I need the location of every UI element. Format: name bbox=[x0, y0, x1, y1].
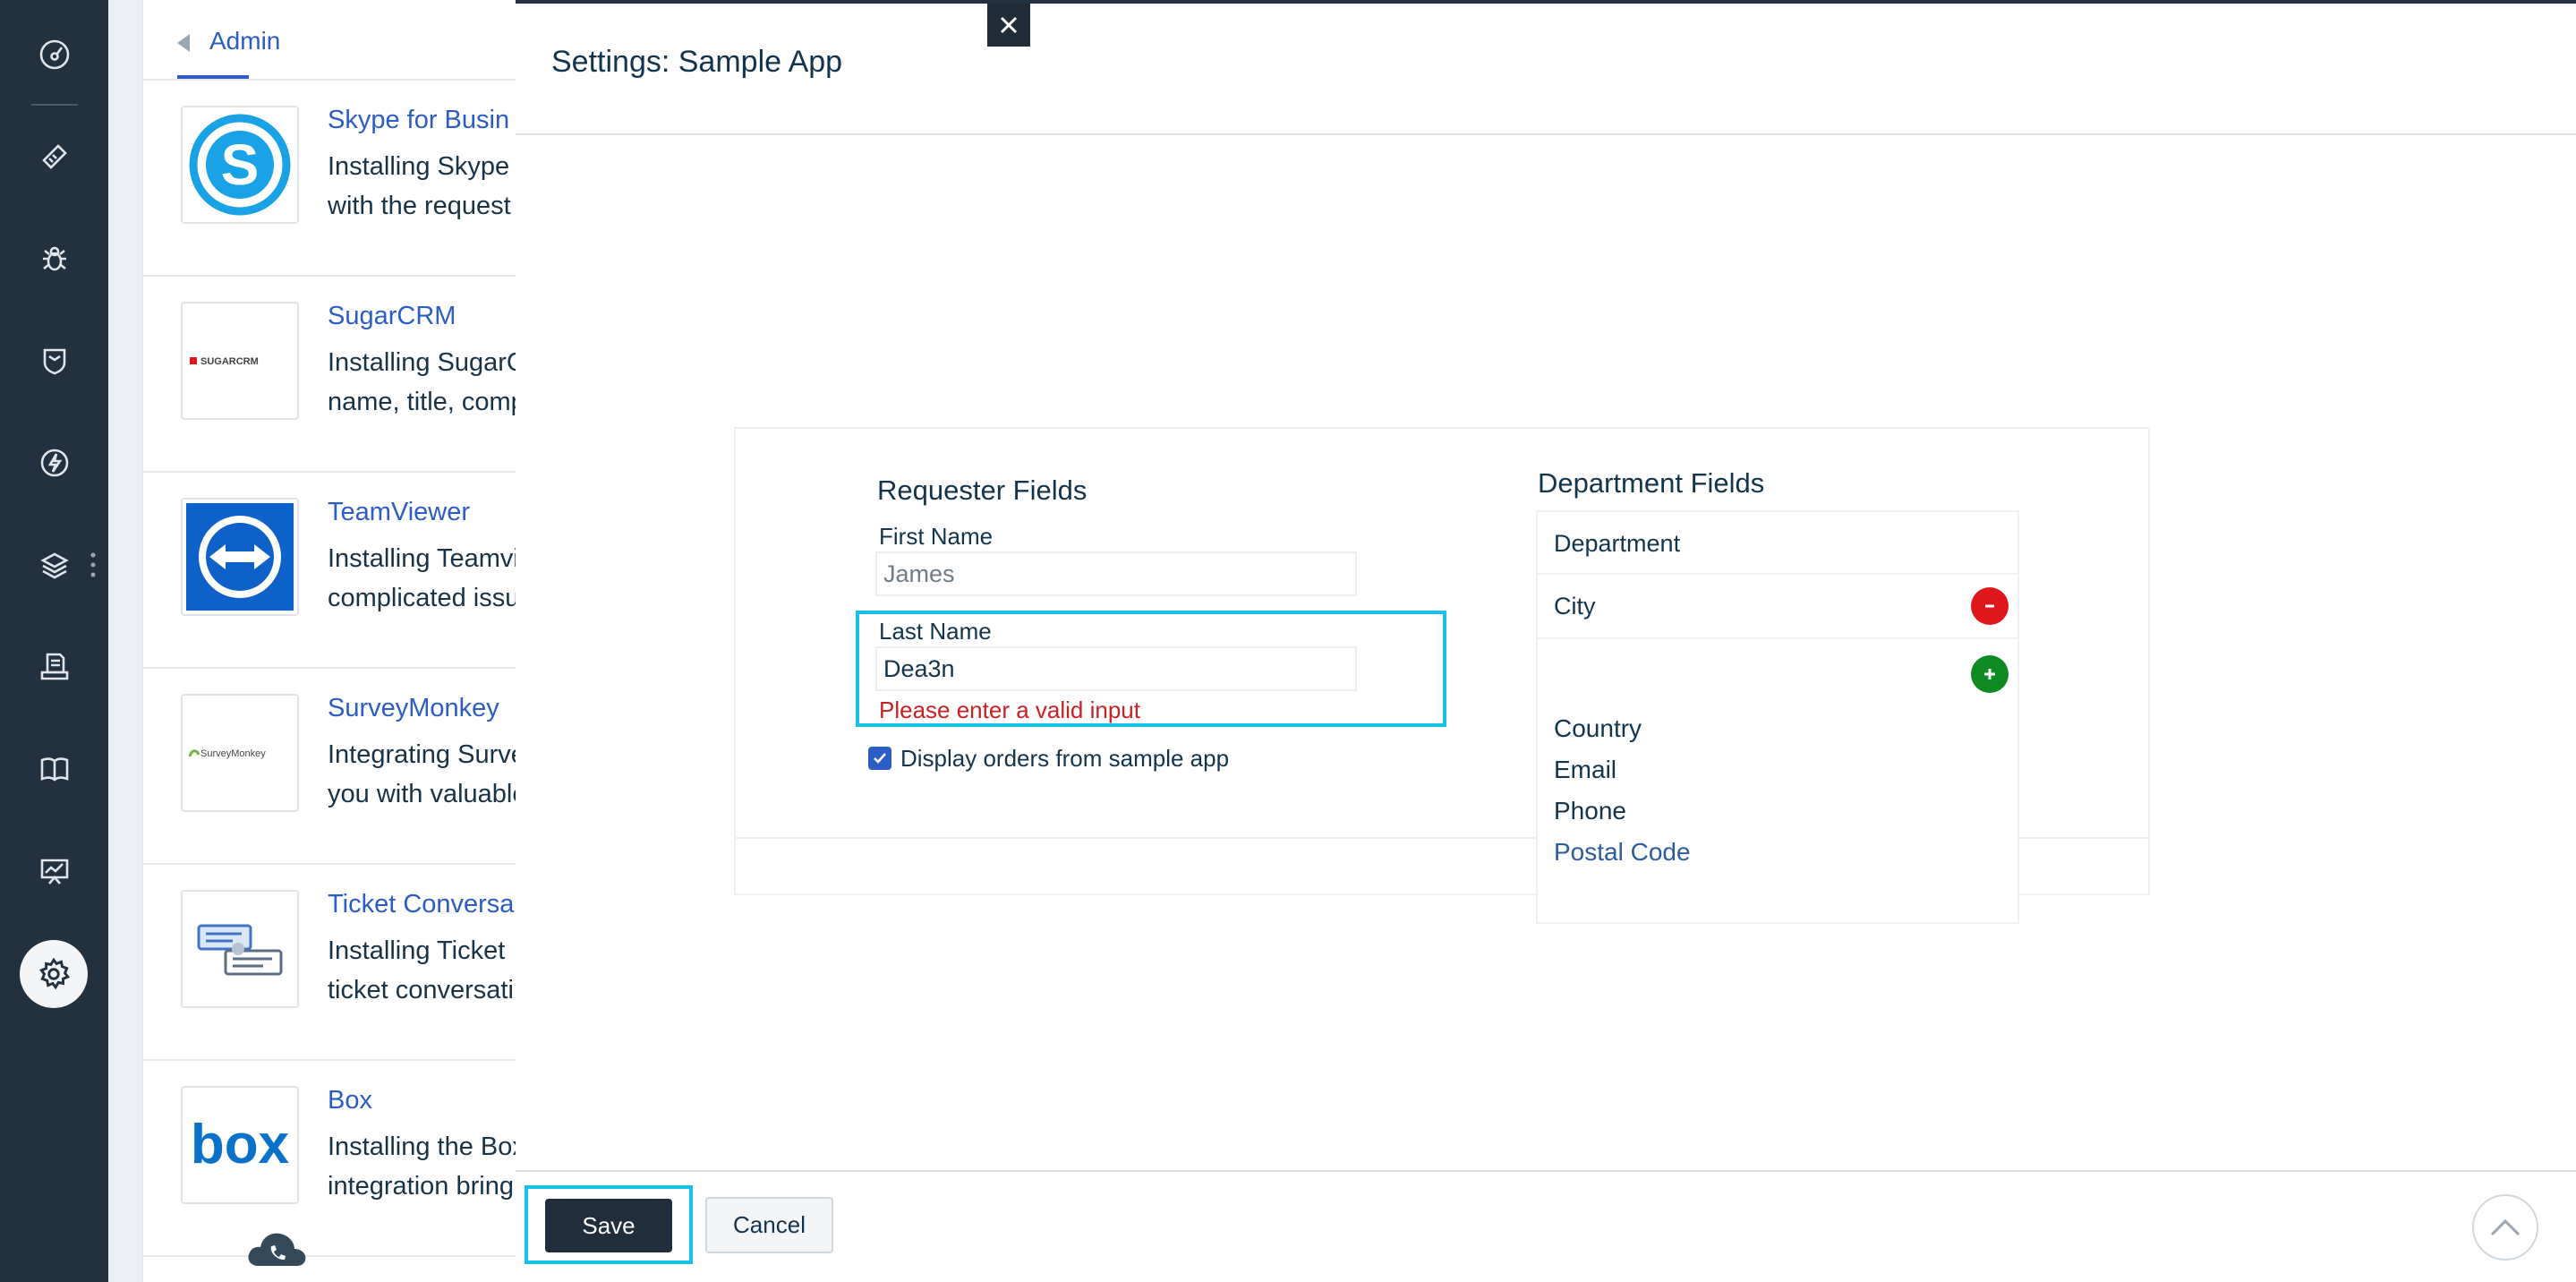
admin-settings-icon[interactable] bbox=[20, 940, 88, 1008]
phone-widget-icon[interactable] bbox=[244, 1225, 309, 1271]
app-name[interactable]: SurveyMonkey bbox=[328, 694, 499, 723]
display-orders-label[interactable]: Display orders from sample app bbox=[900, 745, 1229, 773]
marketplace-app-list: Admin S Skype for Busin Installing Skype… bbox=[142, 0, 526, 1282]
app-row-sugarcrm[interactable]: SUGARCRM SugarCRM Installing SugarC name,… bbox=[143, 277, 525, 473]
contracts-icon[interactable] bbox=[27, 639, 82, 695]
teamviewer-logo bbox=[181, 498, 299, 616]
department-header-label: Department bbox=[1554, 530, 1681, 557]
svg-text:SurveyMonkey: SurveyMonkey bbox=[200, 748, 266, 759]
app-description: Installing Teamvi complicated issu bbox=[328, 544, 520, 612]
scroll-to-top-button[interactable] bbox=[2472, 1194, 2538, 1261]
app-name[interactable]: SugarCRM bbox=[328, 302, 456, 331]
last-name-field[interactable] bbox=[875, 646, 1357, 691]
close-icon[interactable] bbox=[987, 4, 1030, 47]
save-button[interactable]: Save bbox=[545, 1199, 672, 1252]
department-fields-title: Department Fields bbox=[1538, 467, 1765, 499]
validation-error: Please enter a valid input bbox=[879, 697, 1140, 723]
box-logo: box bbox=[181, 1086, 299, 1204]
app-description: Installing Ticket ticket conversati bbox=[328, 936, 514, 1004]
add-field-icon[interactable] bbox=[1971, 655, 2009, 693]
option-country[interactable]: Country bbox=[1554, 714, 1642, 743]
first-name-label: First Name bbox=[879, 523, 994, 550]
option-postal-code[interactable]: Postal Code bbox=[1554, 838, 1691, 867]
footer-divider bbox=[516, 1170, 2576, 1172]
chevron-up-icon bbox=[2490, 1218, 2521, 1236]
more-vertical-icon[interactable] bbox=[90, 551, 97, 578]
analytics-icon[interactable] bbox=[27, 843, 82, 899]
department-header-row: Department bbox=[1538, 512, 2017, 575]
app-name[interactable]: TeamViewer bbox=[328, 498, 470, 527]
modal-title: Settings: Sample App bbox=[551, 45, 843, 79]
app-row-skype[interactable]: S Skype for Busin Installing Skype with t… bbox=[143, 81, 521, 277]
app-description: Installing the Box integration bring bbox=[328, 1132, 525, 1201]
svg-text:box: box bbox=[191, 1114, 290, 1175]
app-name[interactable]: Ticket Conversa bbox=[328, 890, 514, 919]
settings-modal: Settings: Sample App Requester Fields Fi… bbox=[516, 0, 2576, 1282]
problems-icon[interactable] bbox=[27, 231, 82, 286]
app-row-surveymonkey[interactable]: SurveyMonkey SurveyMonkey Integrating Su… bbox=[143, 669, 526, 865]
skype-logo: S bbox=[181, 106, 299, 224]
solutions-icon[interactable] bbox=[27, 741, 82, 797]
app-description: Installing SugarC name, title, comp bbox=[328, 348, 525, 416]
admin-panel: Admin S Skype for Busin Installing Skype… bbox=[108, 0, 526, 1282]
admin-header: Admin bbox=[143, 0, 521, 81]
ticket-conversation-logo bbox=[181, 890, 299, 1008]
sidebar-rail bbox=[0, 0, 108, 1282]
dashboard-icon[interactable] bbox=[27, 27, 82, 82]
svg-text:S: S bbox=[221, 132, 260, 197]
app-row-box[interactable]: box Box Installing the Box integration br… bbox=[143, 1061, 525, 1257]
back-arrow-icon[interactable] bbox=[177, 34, 190, 52]
department-fields-dropdown: Department City Country Email Phone Post… bbox=[1536, 510, 2019, 924]
first-name-field[interactable] bbox=[875, 551, 1357, 596]
requester-fields-title: Requester Fields bbox=[877, 474, 1088, 506]
surveymonkey-logo: SurveyMonkey bbox=[181, 694, 299, 812]
selected-field-row[interactable]: City bbox=[1538, 575, 2017, 639]
cancel-button[interactable]: Cancel bbox=[705, 1197, 833, 1253]
tickets-icon[interactable] bbox=[27, 129, 82, 184]
app-name[interactable]: Box bbox=[328, 1086, 372, 1115]
checkmark-icon bbox=[874, 753, 886, 764]
app-description: Installing Skype with the request bbox=[328, 152, 511, 220]
rail-divider bbox=[31, 104, 78, 106]
option-phone[interactable]: Phone bbox=[1554, 797, 1626, 825]
svg-text:SUGARCRM: SUGARCRM bbox=[200, 356, 259, 367]
display-orders-checkbox[interactable] bbox=[868, 747, 891, 770]
app-name[interactable]: Skype for Busin bbox=[328, 106, 509, 135]
remove-field-icon[interactable] bbox=[1971, 587, 2009, 625]
selected-field-label: City bbox=[1554, 593, 1596, 620]
sugarcrm-logo: SUGARCRM bbox=[181, 302, 299, 420]
changes-icon[interactable] bbox=[27, 333, 82, 389]
header-divider bbox=[516, 133, 2576, 135]
option-email[interactable]: Email bbox=[1554, 756, 1616, 784]
app-row-teamviewer[interactable]: TeamViewer Installing Teamvi complicated … bbox=[143, 473, 521, 669]
releases-icon[interactable] bbox=[27, 435, 82, 491]
app-row-ticket-conversation[interactable]: Ticket Conversa Installing Ticket ticket … bbox=[143, 865, 521, 1061]
app-description: Integrating Surve you with valuable bbox=[328, 740, 527, 808]
last-name-label: Last Name bbox=[879, 618, 992, 645]
breadcrumb-underline bbox=[177, 75, 249, 79]
breadcrumb-admin[interactable]: Admin bbox=[209, 27, 280, 56]
assets-icon[interactable] bbox=[27, 537, 82, 593]
